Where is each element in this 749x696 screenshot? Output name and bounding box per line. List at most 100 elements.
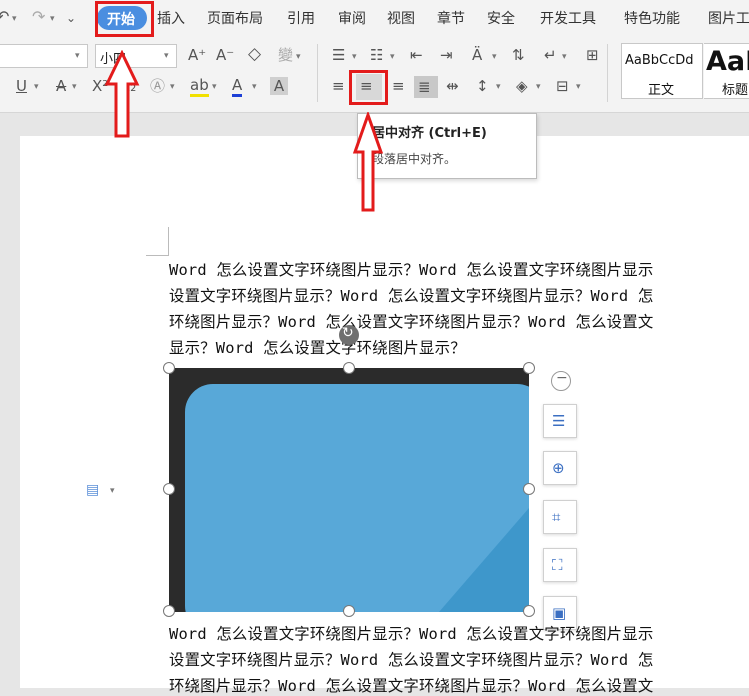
style-heading-label: 标题	[722, 83, 749, 98]
ribbon-divider	[317, 44, 318, 102]
chevron-down-icon[interactable]: ▾	[170, 82, 175, 92]
tab-view[interactable]: 视图	[387, 8, 415, 28]
table-borders-icon[interactable]: ⊞	[586, 46, 599, 64]
redo-dropdown-icon[interactable]: ▾	[50, 14, 55, 24]
resize-handle-bottom[interactable]	[343, 605, 355, 617]
tooltip-description: 段落居中对齐。	[372, 152, 457, 166]
chevron-down-icon: ▾	[164, 51, 169, 61]
picture-fit-button[interactable]: ⛶	[543, 548, 577, 582]
chevron-down-icon[interactable]: ▾	[212, 82, 217, 92]
rotate-handle[interactable]: ↻	[339, 325, 359, 345]
tab-chapter[interactable]: 章节	[437, 8, 465, 28]
chevron-down-icon[interactable]: ▾	[252, 82, 257, 92]
style-heading[interactable]: AaI 标题	[704, 43, 749, 99]
resize-handle-bottom-right[interactable]	[523, 605, 535, 617]
highlight-box-home-tab	[95, 1, 154, 37]
chevron-down-icon[interactable]: ▾	[72, 82, 77, 92]
undo-icon[interactable]: ↶	[0, 8, 9, 26]
chevron-down-icon: ▾	[75, 51, 80, 61]
paragraph-1-line-1: Word 怎么设置文字环绕图片显示？Word 怎么设置文字环绕图片显示	[169, 261, 654, 279]
inserted-picture[interactable]	[169, 368, 529, 612]
resize-handle-left[interactable]	[163, 483, 175, 495]
align-right-icon[interactable]: ≡	[392, 77, 405, 95]
chevron-down-icon[interactable]: ▾	[34, 82, 39, 92]
zoom-in-icon: ⊕	[552, 459, 565, 477]
shrink-font-icon[interactable]: A⁻	[216, 46, 234, 64]
paragraph-1-line-4: 显示？Word 怎么设置文字环绕图片显示？	[169, 339, 466, 357]
undo-dropdown-icon[interactable]: ▾	[12, 14, 17, 24]
distributed-align-icon[interactable]: ⇹	[446, 77, 459, 95]
resize-handle-bottom-left[interactable]	[163, 605, 175, 617]
fit-frame-icon: ⛶	[552, 556, 563, 574]
style-normal[interactable]: AaBbCcDd 正文	[621, 43, 703, 99]
minus-icon: −	[556, 370, 568, 386]
font-color-icon[interactable]: A	[232, 76, 243, 97]
phonetic-guide-icon[interactable]: 變	[278, 46, 293, 64]
text-wrap-icon: ☰	[552, 412, 566, 430]
chevron-down-icon[interactable]: ⌄	[66, 9, 76, 27]
rotate-icon: ↻	[342, 325, 354, 341]
chevron-down-icon[interactable]: ▾	[576, 82, 581, 92]
line-spacing-icon[interactable]: ↕	[476, 77, 489, 95]
style-normal-label: 正文	[648, 83, 675, 98]
strikethrough-icon[interactable]: A	[56, 77, 66, 95]
sort-icon[interactable]: ⇅	[512, 46, 525, 64]
chevron-down-icon[interactable]: ▾	[562, 52, 567, 62]
numbered-list-icon[interactable]: ☷	[370, 46, 383, 64]
tooltip-title: 居中对齐 (Ctrl+E)	[372, 126, 487, 141]
tab-page-layout[interactable]: 页面布局	[207, 8, 263, 28]
arrow-up-home-icon	[104, 50, 140, 138]
tab-developer-tools[interactable]: 开发工具	[540, 8, 596, 28]
chevron-down-icon[interactable]: ▾	[496, 82, 501, 92]
paragraph-layout-icon[interactable]: ▤	[86, 481, 99, 499]
character-shading-icon[interactable]: A	[270, 77, 288, 95]
tab-picture-tools[interactable]: 图片工	[708, 8, 749, 28]
tab-review[interactable]: 审阅	[338, 8, 366, 28]
justify-button[interactable]: ≣	[414, 76, 438, 98]
resize-handle-top[interactable]	[343, 362, 355, 374]
bullet-list-icon[interactable]: ☰	[332, 46, 345, 64]
font-name-select[interactable]: ▾	[0, 44, 88, 68]
grow-font-icon[interactable]: A⁺	[188, 46, 206, 64]
chevron-down-icon[interactable]: ▾	[352, 52, 357, 62]
clear-format-icon[interactable]: ◇	[248, 45, 261, 63]
zoom-picture-button[interactable]: ⊕	[543, 451, 577, 485]
paragraph-2-line-3: 环绕图片显示？Word 怎么设置文字环绕图片显示？Word 怎么设置文	[169, 677, 654, 695]
redo-icon[interactable]: ↷	[32, 8, 45, 26]
resize-handle-top-right[interactable]	[523, 362, 535, 374]
text-wrap-button[interactable]: ☰	[543, 404, 577, 438]
collapse-toolbar-button[interactable]: −	[551, 370, 571, 391]
paragraph-1-line-3: 环绕图片显示？Word 怎么设置文字环绕图片显示？Word 怎么设置文	[169, 313, 654, 331]
ribbon-divider	[607, 44, 608, 102]
chevron-down-icon[interactable]: ▾	[492, 52, 497, 62]
text-effects-icon[interactable]: Ⓐ	[150, 77, 165, 95]
justify-icon: ≣	[418, 78, 431, 96]
style-heading-preview: AaI	[706, 46, 749, 77]
show-hide-marks-icon[interactable]: ↵	[544, 46, 557, 64]
chevron-down-icon[interactable]: ▾	[110, 486, 115, 496]
tab-special-features[interactable]: 特色功能	[624, 8, 680, 28]
highlight-icon[interactable]: ab	[190, 76, 209, 97]
paragraph-1-line-2: 设置文字环绕图片显示？Word 怎么设置文字环绕图片显示？Word 怎	[169, 287, 654, 305]
chevron-down-icon[interactable]: ▾	[296, 52, 301, 62]
text-direction-icon[interactable]: Ä	[472, 46, 482, 64]
highlight-box-align-center	[349, 70, 388, 105]
crop-icon: ⌗	[552, 508, 561, 526]
crop-button[interactable]: ⌗	[543, 500, 577, 534]
chevron-down-icon[interactable]: ▾	[390, 52, 395, 62]
borders-icon[interactable]: ⊟	[556, 77, 569, 95]
increase-indent-icon[interactable]: ⇥	[440, 46, 453, 64]
tab-security[interactable]: 安全	[487, 8, 515, 28]
underline-icon[interactable]: U	[16, 77, 27, 95]
tab-references[interactable]: 引用	[287, 8, 315, 28]
align-left-icon[interactable]: ≡	[332, 77, 345, 95]
tooltip: 居中对齐 (Ctrl+E) 段落居中对齐。	[357, 113, 537, 179]
paragraph-2-line-2: 设置文字环绕图片显示？Word 怎么设置文字环绕图片显示？Word 怎	[169, 651, 654, 669]
resize-handle-right[interactable]	[523, 483, 535, 495]
arrow-up-align-icon	[352, 112, 384, 212]
chevron-down-icon[interactable]: ▾	[536, 82, 541, 92]
decrease-indent-icon[interactable]: ⇤	[410, 46, 423, 64]
resize-handle-top-left[interactable]	[163, 362, 175, 374]
tab-insert[interactable]: 插入	[157, 8, 185, 28]
shading-icon[interactable]: ◈	[516, 77, 528, 95]
